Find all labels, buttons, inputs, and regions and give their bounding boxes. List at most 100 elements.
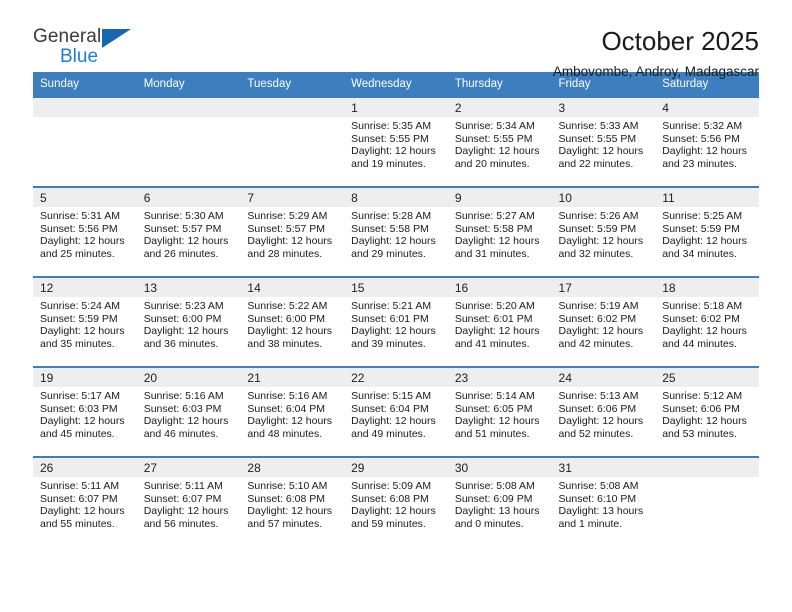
day-details: Sunrise: 5:19 AM Sunset: 6:02 PM Daylight:… bbox=[552, 297, 656, 350]
daylight-text: Daylight: 12 hours and 46 minutes. bbox=[143, 415, 229, 440]
day-details: Sunrise: 5:20 AM Sunset: 6:01 PM Daylight:… bbox=[448, 297, 552, 350]
day-cell-inner bbox=[240, 98, 345, 186]
calendar-day-cell[interactable]: 8 Sunrise: 5:28 AM Sunset: 5:58 PM Daylight… bbox=[344, 186, 448, 277]
title-block: October 2025 Ambovombe, Androy, Madagasc… bbox=[552, 26, 759, 80]
calendar-day-cell[interactable]: 12 Sunrise: 5:24 AM Sunset: 5:59 PM Dayligh… bbox=[33, 276, 137, 367]
day-number: 24 bbox=[551, 368, 656, 387]
day-cell-inner: 7 Sunrise: 5:29 AM Sunset: 5:57 PM Daylight… bbox=[240, 188, 345, 276]
day-details: Sunrise: 5:16 AM Sunset: 6:03 PM Daylight:… bbox=[137, 387, 241, 440]
calendar-day-cell[interactable]: 17 Sunrise: 5:19 AM Sunset: 6:02 PM Dayligh… bbox=[551, 276, 656, 367]
day-number: 27 bbox=[136, 458, 241, 477]
sunset-text: Sunset: 6:00 PM bbox=[247, 312, 326, 325]
calendar-day-cell[interactable]: 28 Sunrise: 5:10 AM Sunset: 6:08 PM Dayligh… bbox=[240, 456, 345, 547]
calendar-day-cell[interactable]: 26 Sunrise: 5:11 AM Sunset: 6:07 PM Dayligh… bbox=[33, 456, 137, 547]
calendar-week-row: 5 Sunrise: 5:31 AM Sunset: 5:56 PM Daylight… bbox=[33, 186, 759, 277]
calendar-day-cell[interactable]: 29 Sunrise: 5:09 AM Sunset: 6:08 PM Dayligh… bbox=[344, 456, 448, 547]
day-details: Sunrise: 5:31 AM Sunset: 5:56 PM Daylight:… bbox=[33, 207, 137, 260]
sunrise-text: Sunrise: 5:10 AM bbox=[247, 480, 328, 492]
calendar-day-cell[interactable]: 1 Sunrise: 5:35 AM Sunset: 5:55 PM Daylight… bbox=[344, 96, 448, 187]
calendar-day-cell[interactable]: 18 Sunrise: 5:18 AM Sunset: 6:02 PM Dayligh… bbox=[655, 276, 759, 367]
sunrise-text: Sunrise: 5:08 AM bbox=[558, 480, 639, 492]
calendar-day-cell[interactable]: 27 Sunrise: 5:11 AM Sunset: 6:07 PM Dayligh… bbox=[136, 456, 241, 547]
sunrise-text: Sunrise: 5:13 AM bbox=[558, 390, 639, 402]
daylight-text: Daylight: 12 hours and 22 minutes. bbox=[558, 145, 644, 170]
calendar-day-cell[interactable]: 21 Sunrise: 5:16 AM Sunset: 6:04 PM Dayligh… bbox=[240, 366, 345, 457]
calendar-day-cell[interactable]: 2 Sunrise: 5:34 AM Sunset: 5:55 PM Daylight… bbox=[447, 96, 552, 187]
sunset-text: Sunset: 5:56 PM bbox=[662, 132, 740, 145]
daylight-text: Daylight: 12 hours and 55 minutes. bbox=[40, 505, 125, 530]
day-details: Sunrise: 5:16 AM Sunset: 6:04 PM Daylight:… bbox=[240, 387, 344, 440]
day-details: Sunrise: 5:33 AM Sunset: 5:55 PM Daylight:… bbox=[552, 117, 656, 170]
day-details: Sunrise: 5:30 AM Sunset: 5:57 PM Daylight:… bbox=[137, 207, 241, 260]
calendar-day-cell[interactable]: 11 Sunrise: 5:25 AM Sunset: 5:59 PM Dayligh… bbox=[655, 186, 759, 277]
calendar-day-cell[interactable]: 15 Sunrise: 5:21 AM Sunset: 6:01 PM Dayligh… bbox=[344, 276, 448, 367]
day-number: 26 bbox=[33, 458, 137, 477]
daylight-text: Daylight: 12 hours and 35 minutes. bbox=[40, 325, 125, 350]
calendar-day-cell[interactable]: 31 Sunrise: 5:08 AM Sunset: 6:10 PM Dayligh… bbox=[551, 456, 656, 547]
sunrise-text: Sunrise: 5:20 AM bbox=[454, 300, 535, 312]
calendar-day-cell[interactable]: 19 Sunrise: 5:17 AM Sunset: 6:03 PM Dayligh… bbox=[33, 366, 137, 457]
day-number: 1 bbox=[344, 98, 448, 117]
calendar-day-cell[interactable]: 24 Sunrise: 5:13 AM Sunset: 6:06 PM Dayligh… bbox=[551, 366, 656, 457]
day-number bbox=[240, 98, 345, 117]
general-blue-logo[interactable]: General Blue bbox=[33, 27, 153, 71]
calendar-day-cell[interactable]: 20 Sunrise: 5:16 AM Sunset: 6:03 PM Dayligh… bbox=[136, 366, 241, 457]
day-cell-inner: 12 Sunrise: 5:24 AM Sunset: 5:59 PM Dayligh… bbox=[33, 278, 137, 366]
sunset-text: Sunset: 6:02 PM bbox=[558, 312, 637, 325]
page-subtitle: Ambovombe, Androy, Madagascar bbox=[552, 64, 759, 80]
sunrise-text: Sunrise: 5:16 AM bbox=[247, 390, 328, 402]
day-details: Sunrise: 5:25 AM Sunset: 5:59 PM Daylight:… bbox=[655, 207, 759, 260]
day-number: 23 bbox=[447, 368, 552, 387]
calendar-body: 1 Sunrise: 5:35 AM Sunset: 5:55 PM Daylight… bbox=[33, 96, 759, 547]
sunset-text: Sunset: 5:59 PM bbox=[662, 222, 740, 235]
day-cell-inner: 16 Sunrise: 5:20 AM Sunset: 6:01 PM Dayligh… bbox=[447, 278, 552, 366]
day-cell-inner: 29 Sunrise: 5:09 AM Sunset: 6:08 PM Dayligh… bbox=[344, 458, 448, 547]
day-number: 11 bbox=[655, 188, 759, 207]
weekday-header-wednesday: Wednesday bbox=[344, 72, 448, 97]
weekday-header-sunday: Sunday bbox=[33, 72, 137, 97]
sunrise-text: Sunrise: 5:22 AM bbox=[247, 300, 328, 312]
day-details: Sunrise: 5:35 AM Sunset: 5:55 PM Daylight:… bbox=[344, 117, 448, 170]
day-cell-inner: 1 Sunrise: 5:35 AM Sunset: 5:55 PM Daylight… bbox=[344, 98, 448, 186]
sunset-text: Sunset: 5:59 PM bbox=[558, 222, 637, 235]
daylight-text: Daylight: 12 hours and 42 minutes. bbox=[558, 325, 644, 350]
calendar-day-cell[interactable]: 30 Sunrise: 5:08 AM Sunset: 6:09 PM Dayligh… bbox=[447, 456, 552, 547]
calendar-day-cell[interactable]: 3 Sunrise: 5:33 AM Sunset: 5:55 PM Daylight… bbox=[551, 96, 656, 187]
calendar-day-cell[interactable]: 14 Sunrise: 5:22 AM Sunset: 6:00 PM Dayligh… bbox=[240, 276, 345, 367]
sunrise-text: Sunrise: 5:24 AM bbox=[40, 300, 120, 312]
day-cell-inner: 10 Sunrise: 5:26 AM Sunset: 5:59 PM Dayligh… bbox=[551, 188, 656, 276]
calendar-day-cell[interactable]: 5 Sunrise: 5:31 AM Sunset: 5:56 PM Daylight… bbox=[33, 186, 137, 277]
calendar-day-cell[interactable]: 16 Sunrise: 5:20 AM Sunset: 6:01 PM Dayligh… bbox=[447, 276, 552, 367]
triangle-icon bbox=[102, 29, 131, 48]
calendar-cell-empty bbox=[136, 96, 241, 187]
calendar-day-cell[interactable]: 10 Sunrise: 5:26 AM Sunset: 5:59 PM Dayligh… bbox=[551, 186, 656, 277]
calendar-day-cell[interactable]: 25 Sunrise: 5:12 AM Sunset: 6:06 PM Dayligh… bbox=[655, 366, 759, 457]
sunset-text: Sunset: 6:04 PM bbox=[351, 402, 429, 415]
calendar-day-cell[interactable]: 23 Sunrise: 5:14 AM Sunset: 6:05 PM Dayligh… bbox=[447, 366, 552, 457]
day-details: Sunrise: 5:17 AM Sunset: 6:03 PM Daylight:… bbox=[33, 387, 137, 440]
daylight-text: Daylight: 12 hours and 25 minutes. bbox=[40, 235, 125, 260]
calendar-day-cell[interactable]: 4 Sunrise: 5:32 AM Sunset: 5:56 PM Daylight… bbox=[655, 96, 759, 187]
calendar-day-cell[interactable]: 7 Sunrise: 5:29 AM Sunset: 5:57 PM Daylight… bbox=[240, 186, 345, 277]
sunrise-text: Sunrise: 5:12 AM bbox=[662, 390, 743, 402]
calendar-day-cell[interactable]: 22 Sunrise: 5:15 AM Sunset: 6:04 PM Dayligh… bbox=[344, 366, 448, 457]
daylight-text: Daylight: 12 hours and 39 minutes. bbox=[351, 325, 436, 350]
day-number: 20 bbox=[136, 368, 241, 387]
calendar-day-cell[interactable]: 9 Sunrise: 5:27 AM Sunset: 5:58 PM Daylight… bbox=[447, 186, 552, 277]
sunrise-text: Sunrise: 5:11 AM bbox=[143, 480, 223, 492]
day-cell-inner: 28 Sunrise: 5:10 AM Sunset: 6:08 PM Dayligh… bbox=[240, 458, 345, 547]
daylight-text: Daylight: 12 hours and 29 minutes. bbox=[351, 235, 436, 260]
sunrise-text: Sunrise: 5:08 AM bbox=[454, 480, 535, 492]
sunrise-text: Sunrise: 5:15 AM bbox=[351, 390, 432, 402]
sunset-text: Sunset: 6:03 PM bbox=[143, 402, 222, 415]
sunrise-text: Sunrise: 5:33 AM bbox=[558, 120, 639, 132]
day-cell-inner: 17 Sunrise: 5:19 AM Sunset: 6:02 PM Dayligh… bbox=[551, 278, 656, 366]
day-number: 3 bbox=[551, 98, 656, 117]
day-cell-inner: 21 Sunrise: 5:16 AM Sunset: 6:04 PM Dayligh… bbox=[240, 368, 345, 456]
calendar-day-cell[interactable]: 6 Sunrise: 5:30 AM Sunset: 5:57 PM Daylight… bbox=[136, 186, 241, 277]
sunrise-text: Sunrise: 5:18 AM bbox=[662, 300, 743, 312]
daylight-text: Daylight: 12 hours and 36 minutes. bbox=[143, 325, 229, 350]
calendar-day-cell[interactable]: 13 Sunrise: 5:23 AM Sunset: 6:00 PM Dayligh… bbox=[136, 276, 241, 367]
day-cell-inner: 31 Sunrise: 5:08 AM Sunset: 6:10 PM Dayligh… bbox=[551, 458, 656, 547]
sunrise-text: Sunrise: 5:34 AM bbox=[454, 120, 535, 132]
